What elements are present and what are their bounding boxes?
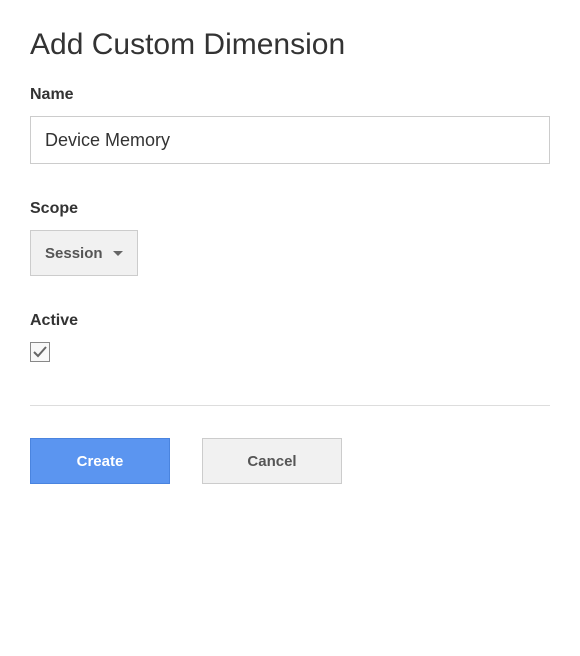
scope-field-group: Scope Session [30, 200, 550, 276]
scope-dropdown-label: Session [45, 245, 103, 262]
active-checkbox[interactable] [30, 342, 50, 362]
name-label: Name [30, 86, 550, 104]
caret-down-icon [113, 251, 123, 256]
page-title: Add Custom Dimension [30, 28, 550, 62]
active-label: Active [30, 312, 550, 330]
checkmark-icon [32, 344, 48, 360]
create-button[interactable]: Create [30, 438, 170, 484]
active-field-group: Active [30, 312, 550, 365]
scope-label: Scope [30, 200, 550, 218]
cancel-button[interactable]: Cancel [202, 438, 342, 484]
name-field-group: Name [30, 86, 550, 164]
button-row: Create Cancel [30, 438, 550, 484]
scope-dropdown[interactable]: Session [30, 230, 138, 276]
name-input[interactable] [30, 116, 550, 164]
divider [30, 405, 550, 406]
